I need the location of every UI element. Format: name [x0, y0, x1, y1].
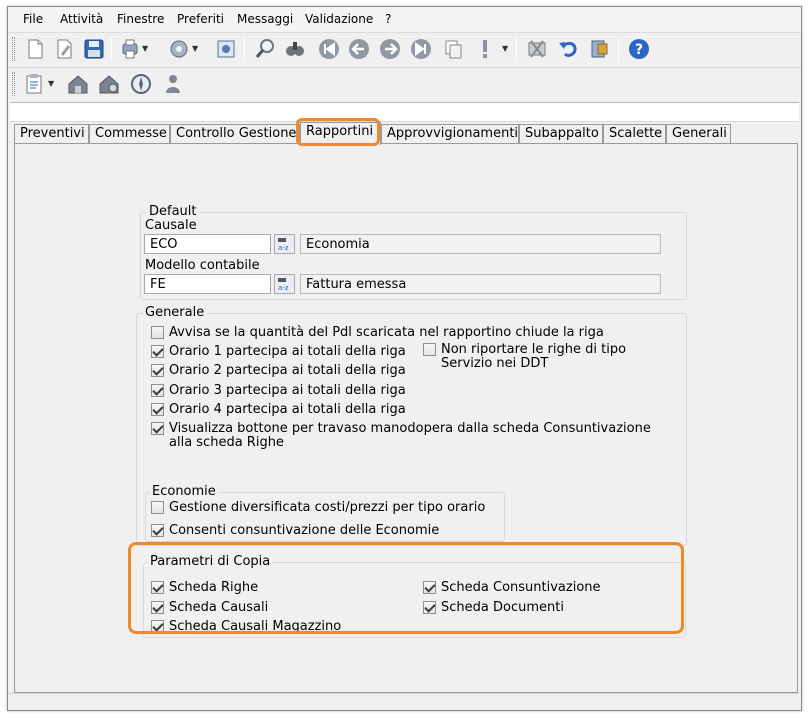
process-icon[interactable]: [168, 38, 190, 60]
tab-scalette[interactable]: Scalette: [603, 124, 666, 144]
modello-contabile-description-field: Fattura emessa: [300, 274, 661, 294]
exit-icon[interactable]: [588, 38, 610, 60]
search-icon[interactable]: [254, 38, 276, 60]
tab-content-rapportini: Default Causale ECO a-z Economia Modello…: [14, 143, 798, 693]
edit-document-icon[interactable]: [53, 38, 75, 60]
alert-dropdown-icon[interactable]: ▼: [502, 44, 508, 53]
home-settings-icon[interactable]: [98, 73, 120, 95]
menu-attivita[interactable]: Attività: [60, 12, 103, 26]
menu-messaggi[interactable]: Messaggi: [237, 12, 293, 26]
checkbox[interactable]: [151, 524, 164, 537]
checkbox[interactable]: [151, 620, 164, 633]
toolbar-grip[interactable]: [12, 37, 15, 61]
secondary-toolbar: ▼: [8, 67, 801, 99]
svg-text:a-z: a-z: [278, 244, 289, 252]
menu-file[interactable]: File: [23, 12, 43, 26]
tab-controllo-gestione[interactable]: Controllo Gestione: [170, 124, 300, 144]
lookup-icon: a-z: [278, 278, 289, 292]
modello-contabile-label: Modello contabile: [145, 258, 260, 273]
modello-contabile-code-field[interactable]: FE: [144, 274, 271, 294]
causale-label: Causale: [145, 218, 197, 233]
delete-icon[interactable]: [526, 38, 548, 60]
last-record-icon[interactable]: [410, 38, 432, 60]
tab-subappalto[interactable]: Subappalto: [519, 124, 603, 144]
main-toolbar: ▼ ▼ ▼ ?: [8, 32, 801, 64]
tab-approvvigionamenti[interactable]: Approvvigionamenti: [381, 124, 519, 144]
user-icon[interactable]: [162, 73, 184, 95]
parametri-copia-group-title: Parametri di Copia: [148, 554, 273, 569]
tab-preventivi[interactable]: Preventivi: [14, 124, 89, 144]
checkbox[interactable]: [151, 384, 164, 397]
menu-validazione[interactable]: Validazione: [305, 12, 373, 26]
causale-lookup-button[interactable]: a-z: [274, 234, 295, 254]
application-window: File Attività Finestre Preferiti Messagg…: [7, 6, 802, 711]
print-dropdown-icon[interactable]: ▼: [142, 44, 148, 53]
tab-generali[interactable]: Generali: [666, 124, 731, 144]
home-network-icon[interactable]: [67, 73, 89, 95]
causale-description-field: Economia: [300, 234, 661, 254]
generale-group-title: Generale: [143, 305, 207, 320]
svg-text:a-z: a-z: [278, 284, 289, 292]
help-icon[interactable]: ?: [628, 38, 650, 60]
settings-icon[interactable]: [215, 38, 237, 60]
clipboard-icon[interactable]: [24, 73, 46, 95]
undo-icon[interactable]: [557, 38, 579, 60]
checkbox[interactable]: [151, 403, 164, 416]
tab-rapportini[interactable]: Rapportini: [300, 122, 381, 145]
status-bar: [8, 693, 801, 710]
tab-commesse[interactable]: Commesse: [89, 124, 170, 144]
svg-text:?: ?: [635, 42, 643, 58]
checkbox[interactable]: [423, 343, 436, 356]
next-record-icon[interactable]: [379, 38, 401, 60]
lookup-icon: a-z: [278, 238, 289, 252]
toolbar-grip[interactable]: [12, 72, 15, 96]
menu-bar: File Attività Finestre Preferiti Messagg…: [8, 7, 801, 31]
checkbox[interactable]: [151, 601, 164, 614]
checkbox[interactable]: [151, 422, 164, 435]
toolbar-divider-strip: [10, 102, 799, 122]
checkbox[interactable]: [423, 581, 436, 594]
process-dropdown-icon[interactable]: ▼: [192, 44, 198, 53]
toolbar-separator: [618, 37, 619, 61]
clipboard-dropdown-icon[interactable]: ▼: [48, 79, 54, 88]
save-icon[interactable]: [83, 38, 105, 60]
binoculars-icon[interactable]: [284, 38, 306, 60]
modello-contabile-lookup-button[interactable]: a-z: [274, 274, 295, 294]
causale-code-field[interactable]: ECO: [144, 234, 271, 254]
checkbox[interactable]: [423, 601, 436, 614]
copy-icon[interactable]: [442, 38, 464, 60]
menu-preferiti[interactable]: Preferiti: [177, 12, 224, 26]
previous-record-icon[interactable]: [348, 38, 370, 60]
checkbox[interactable]: [151, 581, 164, 594]
new-document-icon[interactable]: [24, 38, 46, 60]
first-record-icon[interactable]: [318, 38, 340, 60]
toolbar-separator: [244, 37, 245, 61]
print-icon[interactable]: [119, 38, 141, 60]
toolbar-separator: [111, 37, 112, 61]
default-group-title: Default: [147, 204, 199, 219]
checkbox[interactable]: [151, 501, 164, 514]
menu-finestre[interactable]: Finestre: [117, 12, 164, 26]
toolbar-separator: [516, 37, 517, 61]
checkbox[interactable]: [151, 345, 164, 358]
checkbox[interactable]: [151, 326, 164, 339]
menu-help[interactable]: ?: [385, 12, 391, 26]
economie-group-title: Economie: [150, 484, 218, 499]
alert-icon[interactable]: [474, 38, 496, 60]
compass-icon[interactable]: [130, 73, 152, 95]
checkbox[interactable]: [151, 364, 164, 377]
